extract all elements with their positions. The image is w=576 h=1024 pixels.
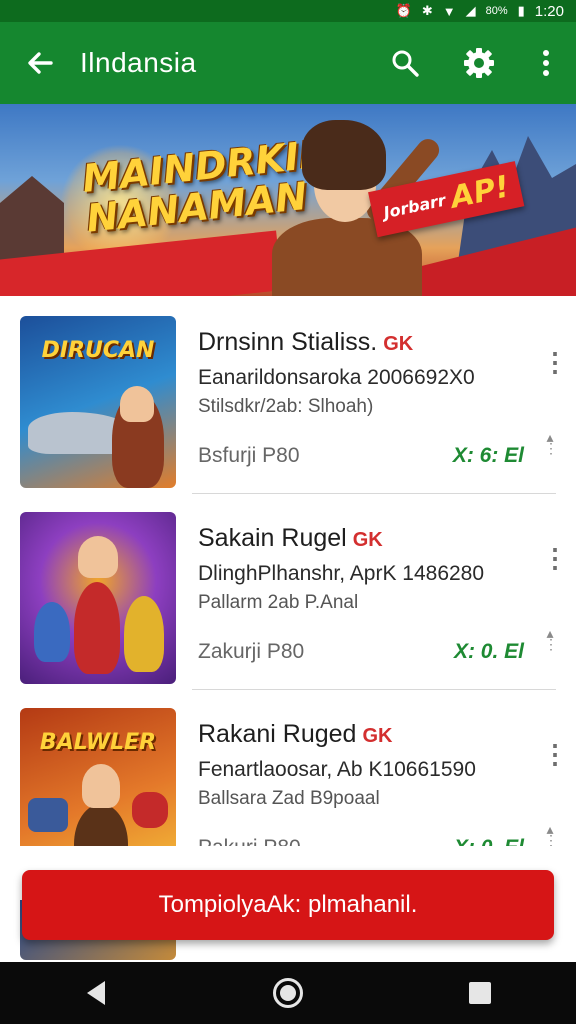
item-sort-handle-icon[interactable]: ▴ ⋮ [544, 430, 558, 455]
thumb-character-head [82, 764, 120, 808]
thumb-character [34, 602, 70, 662]
promo-big-text: AP! [447, 168, 513, 216]
promo-small-text: Jorbarr [381, 190, 448, 222]
square-recents-icon [469, 982, 491, 1004]
thumb-glove [132, 792, 168, 828]
arrow-left-icon [28, 52, 53, 74]
search-button[interactable] [368, 22, 442, 104]
game-tag: GK [383, 333, 414, 355]
bluetooth-icon: ✱ [421, 3, 433, 18]
item-sort-handle-icon[interactable]: ▴ ⋮ [544, 626, 558, 651]
more-vertical-icon [543, 50, 549, 76]
item-sort-handle-icon[interactable]: ▴ ⋮ [544, 822, 558, 846]
game-detail-line2: Pallarm 2ab P.Anal [198, 592, 359, 613]
game-detail-line1: Fenartlaoosar, Ab K10661590 [198, 758, 476, 781]
item-more-button[interactable]: ⋮ [542, 741, 568, 784]
game-name-text: Rakani Ruged [198, 720, 357, 748]
hero-hair [302, 120, 386, 190]
game-name[interactable]: Drnsinn Stialiss. GK [198, 328, 413, 357]
game-rating: X: 6: El [452, 444, 524, 467]
game-rating: X: 0. El [453, 640, 524, 663]
thumb-character [124, 596, 164, 672]
game-name[interactable]: Rakani Ruged GK [198, 720, 392, 749]
item-more-button[interactable]: ⋮ [542, 349, 568, 392]
list-item[interactable]: Sakain Rugel GK DlinghPlhanshr, AprK 1486… [0, 492, 576, 690]
battery-level: 80% [485, 5, 508, 17]
game-tag: GK [362, 725, 393, 747]
thumbnail-title: DIRUCAN [41, 338, 155, 363]
alarm-icon: ⏰ [395, 3, 412, 18]
game-detail-line2: Ballsara Zad B9poaal [198, 788, 380, 809]
search-icon [392, 50, 419, 77]
game-thumbnail[interactable]: DIRUCAN [20, 316, 176, 488]
game-name[interactable]: Sakain Rugel GK [198, 524, 383, 553]
wifi-icon: ▼ [442, 3, 456, 19]
app-bar: Ilndansia [0, 22, 576, 104]
game-price: Bsfurji P80 [198, 444, 300, 467]
status-bar: ⏰ ✱ ▼ ◢ 80% ▮ 1:20 [0, 0, 576, 22]
game-detail-line2: Stilsdkr/2ab: Slhoah) [198, 396, 374, 417]
game-thumbnail[interactable]: BALWLER [20, 708, 176, 846]
triangle-back-icon [87, 981, 105, 1005]
system-nav-bar [0, 962, 576, 1024]
thumb-character [74, 582, 120, 674]
app-screen: ⏰ ✱ ▼ ◢ 80% ▮ 1:20 Ilndansia MAINDRKII N… [0, 0, 576, 1024]
game-thumbnail[interactable] [20, 512, 176, 684]
thumbnail-title: BALWLER [39, 730, 157, 755]
game-name-text: Sakain Rugel [198, 524, 347, 552]
game-name-text: Drnsinn Stialiss. [198, 328, 378, 356]
list-item[interactable]: BALWLER Rakani Ruged GK Fenartlaoosar, Ab… [0, 688, 576, 846]
overflow-menu-button[interactable] [516, 22, 576, 104]
action-banner-button[interactable]: TompiolyaAk: plmahanil. [22, 870, 554, 940]
signal-icon: ◢ [465, 3, 476, 18]
game-tag: GK [352, 529, 383, 551]
back-button[interactable] [0, 22, 80, 104]
page-title: Ilndansia [80, 47, 197, 78]
promo-banner[interactable]: MAINDRKII NANAMAN Jorbarr AP! [0, 104, 576, 296]
nav-recents-button[interactable] [440, 962, 520, 1024]
circle-home-icon [273, 978, 303, 1008]
game-rating: X: 0. El [454, 836, 524, 846]
game-price: Zakurji P80 [198, 640, 305, 663]
list-item[interactable]: DIRUCAN Drnsinn Stialiss. GK Eanarildonsa… [0, 296, 576, 494]
game-detail-line1: Eanarildonsaroka 2006692X0 [198, 366, 475, 389]
nav-back-button[interactable] [56, 962, 136, 1024]
game-price: Pakuri P80 [198, 836, 301, 846]
thumb-character-head [120, 386, 154, 422]
thumb-gadget [28, 798, 68, 832]
game-list: DIRUCAN Drnsinn Stialiss. GK Eanarildonsa… [0, 296, 576, 846]
battery-icon: ▮ [517, 3, 525, 18]
thumb-character-head [78, 536, 118, 578]
clock: 1:20 [534, 2, 564, 20]
gear-icon [464, 48, 494, 78]
settings-button[interactable] [442, 22, 516, 104]
item-more-button[interactable]: ⋮ [542, 545, 568, 588]
nav-home-button[interactable] [248, 962, 328, 1024]
thumb-character [74, 804, 128, 846]
game-detail-line1: DlinghPlhanshr, AprK 1486280 [198, 562, 485, 585]
